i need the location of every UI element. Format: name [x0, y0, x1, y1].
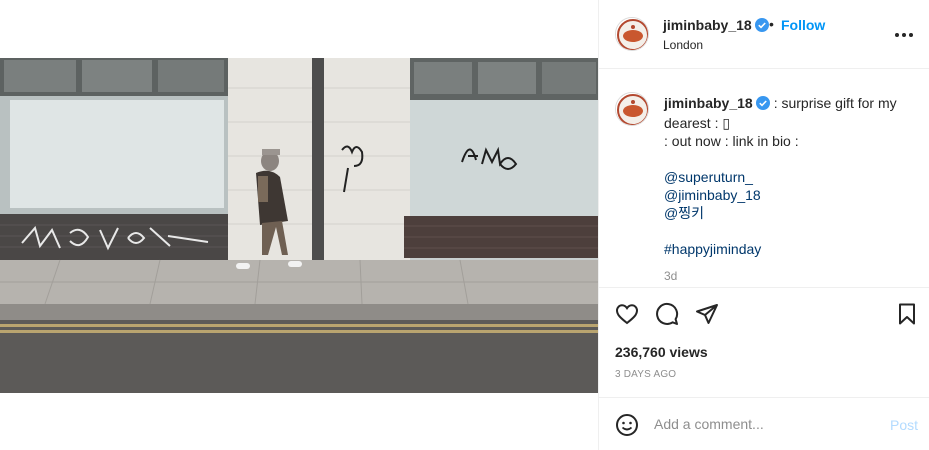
header-separator: • — [769, 16, 774, 32]
mention-link[interactable]: @찡키 — [664, 204, 919, 222]
video-frame-illustration — [0, 58, 598, 393]
action-bar — [599, 296, 929, 336]
comment-bar: Post — [599, 397, 929, 450]
paper-plane-icon[interactable] — [693, 300, 721, 328]
avatar-image — [616, 18, 648, 50]
caption-username-text[interactable]: jiminbaby_18 — [664, 95, 753, 111]
verified-badge-icon — [755, 96, 770, 114]
post-video[interactable] — [0, 58, 598, 393]
post-date[interactable]: 3 DAYS AGO — [615, 369, 676, 380]
more-options-icon[interactable] — [889, 20, 919, 50]
bookmark-icon[interactable] — [893, 300, 921, 328]
follow-button[interactable]: Follow — [781, 17, 825, 33]
media-area — [0, 0, 598, 450]
post-caption: jiminbaby_18: surprise gift for my deare… — [664, 94, 919, 258]
post-comment-button[interactable]: Post — [890, 417, 918, 433]
smiley-icon[interactable] — [615, 413, 639, 437]
post-details-panel: jiminbaby_18 • Follow London jiminbaby_1… — [599, 0, 929, 450]
caption-username[interactable]: jiminbaby_18 — [664, 95, 770, 111]
caption-glyph: ▯ — [722, 115, 731, 131]
post-header: jiminbaby_18 • Follow London — [599, 0, 929, 69]
author-username[interactable]: jiminbaby_18 — [663, 17, 769, 35]
comment-input[interactable] — [654, 412, 874, 436]
view-count[interactable]: 236,760 views — [615, 344, 708, 360]
author-username-text[interactable]: jiminbaby_18 — [663, 17, 752, 33]
caption-line-2: : out now : link in bio : — [664, 133, 799, 149]
post-location[interactable]: London — [663, 38, 703, 52]
verified-badge-icon — [754, 18, 769, 35]
comment-bubble-icon[interactable] — [653, 300, 681, 328]
caption-section: jiminbaby_18: surprise gift for my deare… — [599, 70, 929, 288]
heart-icon[interactable] — [613, 300, 641, 328]
mention-link[interactable]: @jiminbaby_18 — [664, 186, 919, 204]
author-avatar[interactable] — [615, 17, 649, 51]
instagram-post: jiminbaby_18 • Follow London jiminbaby_1… — [0, 0, 929, 450]
mention-link[interactable]: @superuturn_ — [664, 168, 919, 186]
caption-avatar[interactable] — [615, 92, 649, 126]
hashtag-link[interactable]: #happyjiminday — [664, 240, 919, 258]
caption-timestamp[interactable]: 3d — [664, 269, 677, 283]
avatar-image — [616, 93, 648, 125]
